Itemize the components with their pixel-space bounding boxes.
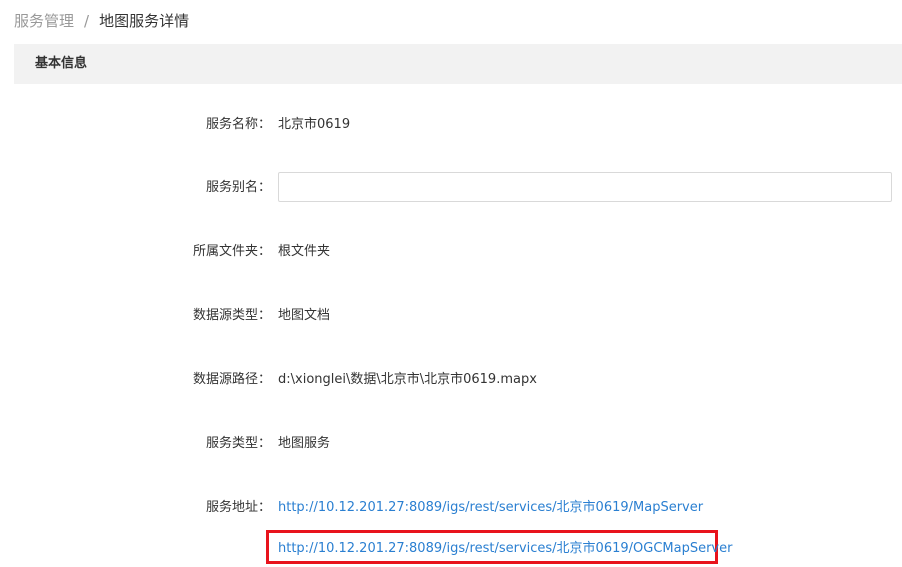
- breadcrumb: 服务管理 / 地图服务详情: [14, 10, 189, 32]
- service-alias-label: 服务别名：: [205, 180, 271, 195]
- basic-info-section-header: 基本信息: [14, 44, 902, 84]
- folder-row: 所属文件夹： 根文件夹: [0, 242, 902, 262]
- datasource-path-value: d:\xionglei\数据\北京市\北京市0619.mapx: [278, 372, 537, 387]
- service-address-label: 服务地址：: [205, 500, 271, 515]
- datasource-type-value: 地图文档: [278, 308, 331, 323]
- datasource-type-label: 数据源类型：: [192, 308, 271, 323]
- datasource-path-label: 数据源路径：: [192, 372, 271, 387]
- service-name-row: 服务名称： 北京市0619: [0, 115, 902, 135]
- service-alias-input[interactable]: [278, 172, 892, 202]
- service-type-value: 地图服务: [278, 436, 331, 451]
- folder-value: 根文件夹: [278, 244, 331, 259]
- service-type-row: 服务类型： 地图服务: [0, 434, 902, 454]
- datasource-path-row: 数据源路径： d:\xionglei\数据\北京市\北京市0619.mapx: [0, 370, 902, 390]
- ogc-mapserver-link[interactable]: http://10.12.201.27:8089/igs/rest/servic…: [278, 539, 732, 559]
- service-name-value: 北京市0619: [278, 117, 351, 132]
- section-title: 基本信息: [35, 56, 88, 71]
- breadcrumb-separator: /: [84, 12, 90, 30]
- mapserver-link[interactable]: http://10.12.201.27:8089/igs/rest/servic…: [278, 498, 703, 518]
- breadcrumb-current-page: 地图服务详情: [99, 12, 190, 30]
- service-type-label: 服务类型：: [205, 436, 271, 451]
- datasource-type-row: 数据源类型： 地图文档: [0, 306, 902, 326]
- service-alias-row: 服务别名：: [0, 172, 902, 202]
- service-name-label: 服务名称：: [205, 117, 271, 132]
- breadcrumb-service-management[interactable]: 服务管理: [14, 12, 74, 30]
- service-address-row: 服务地址： http://10.12.201.27:8089/igs/rest/…: [0, 498, 902, 518]
- folder-label: 所属文件夹：: [192, 244, 271, 259]
